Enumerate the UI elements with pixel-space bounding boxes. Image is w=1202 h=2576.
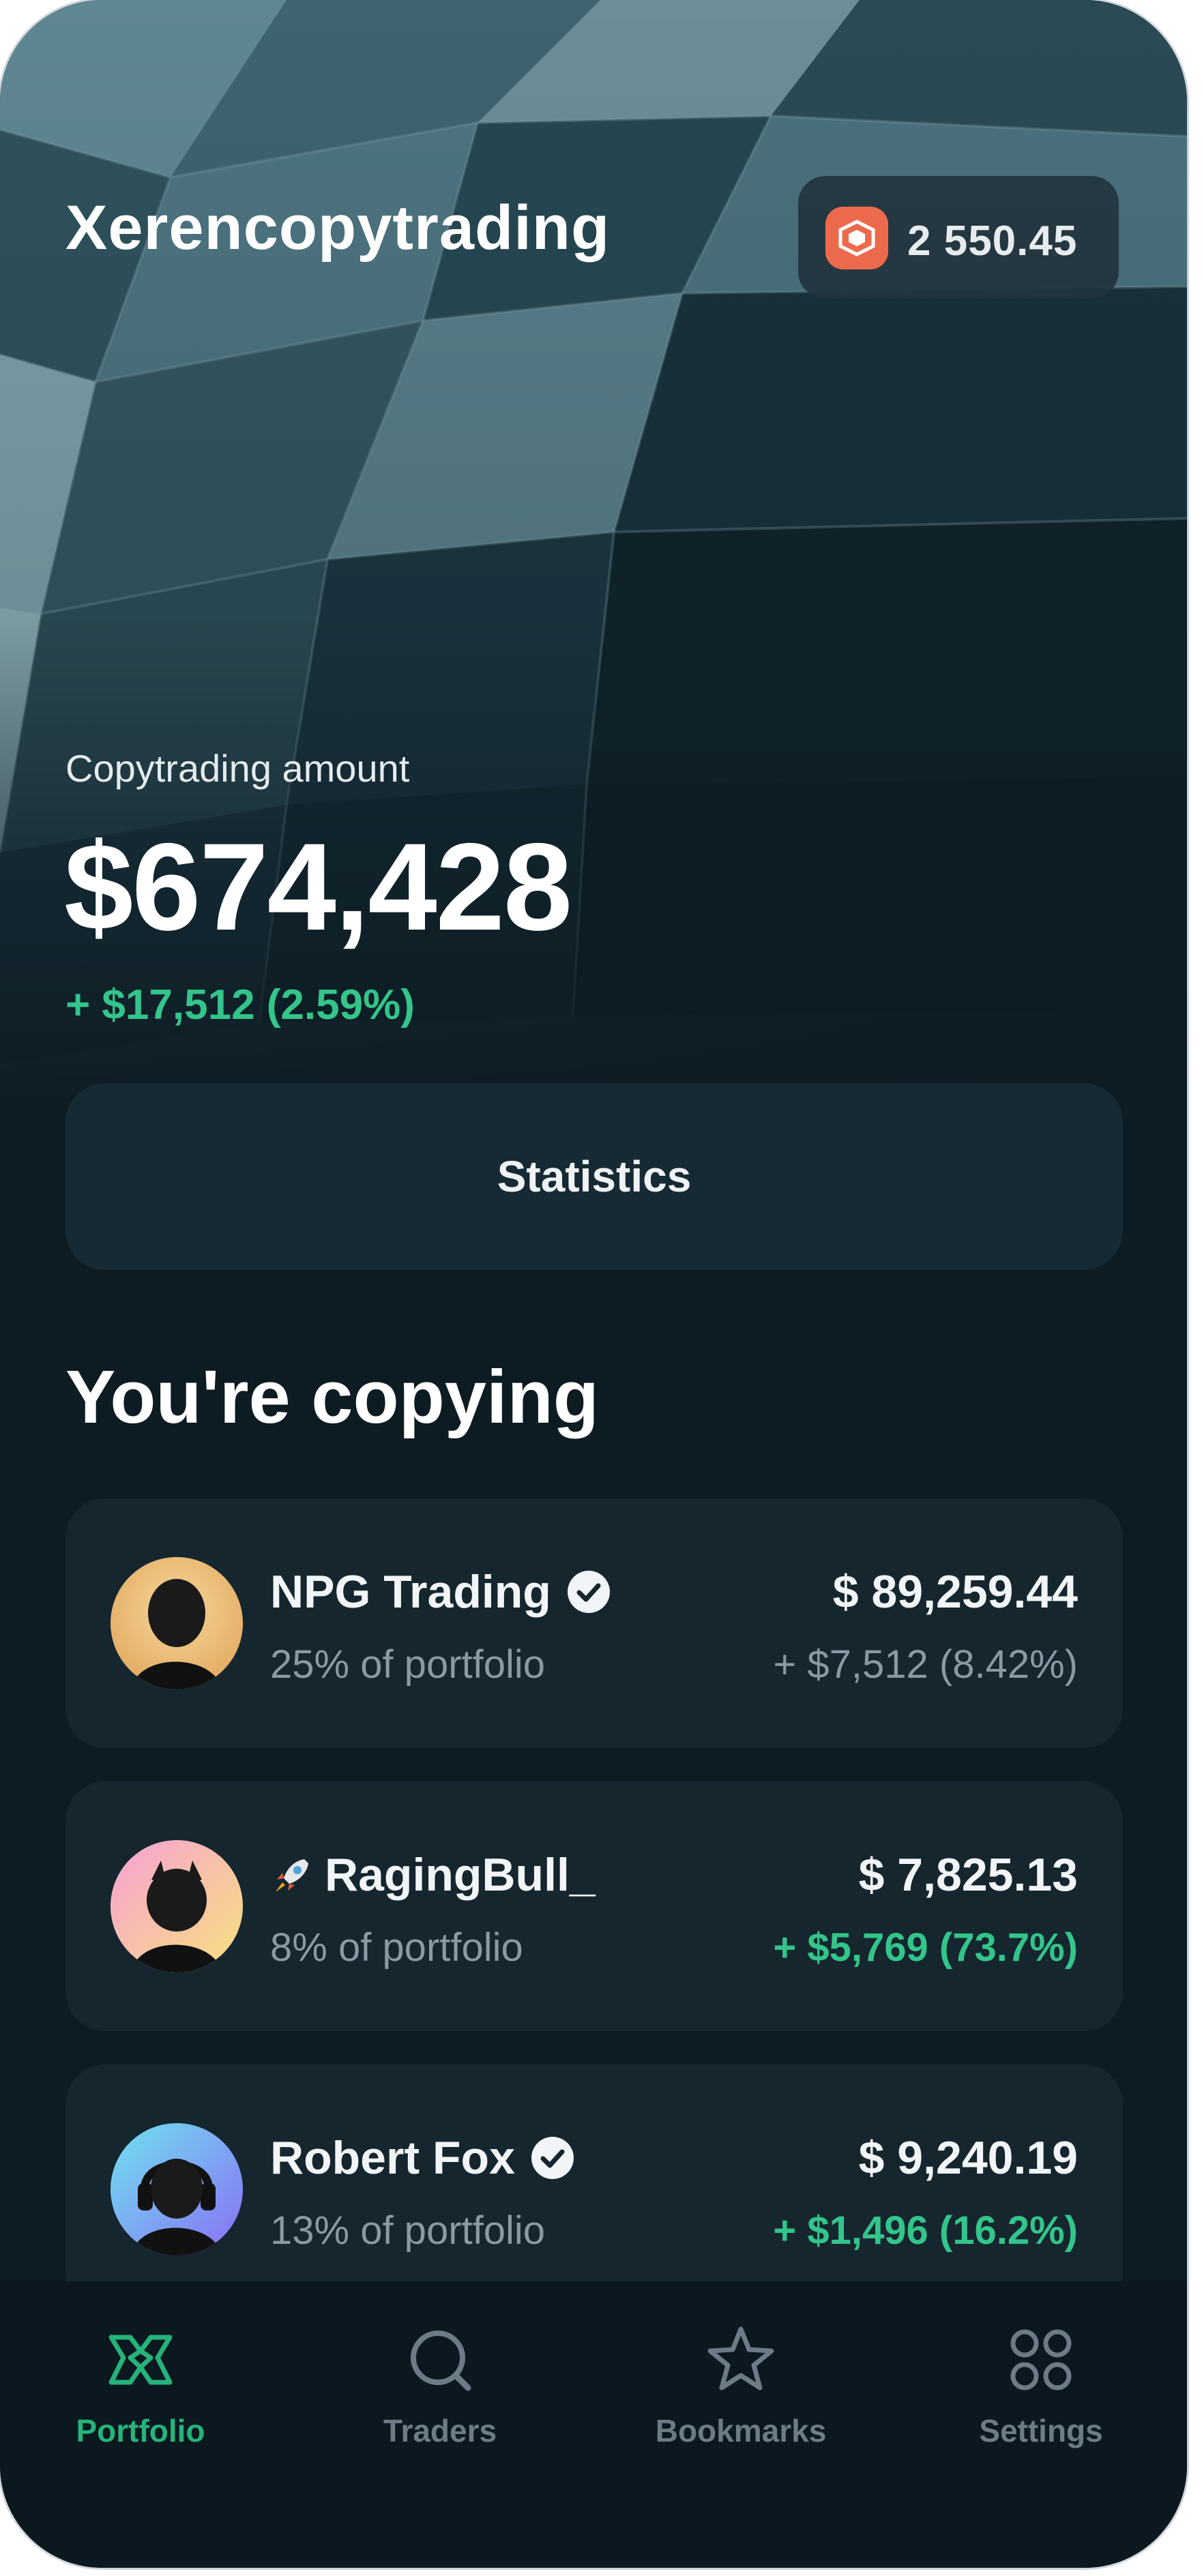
- bottom-navigation: Portfolio Traders Bookmarks Settings: [0, 2281, 1187, 2568]
- traders-icon: [402, 2322, 478, 2397]
- trader-portfolio-share: 13% of portfolio: [270, 2208, 546, 2253]
- nav-label: Portfolio: [76, 2413, 205, 2448]
- balance-chip[interactable]: 2 550.45: [798, 176, 1119, 299]
- nav-label: Settings: [979, 2413, 1103, 2448]
- trader-change: + $7,512 (8.42%): [773, 1642, 1078, 1687]
- trader-value: $ 9,240.19: [858, 2132, 1078, 2184]
- phone-screen: Xerencopytrading 2 550.45 Copytrading am…: [0, 0, 1187, 2568]
- verified-check-icon: [566, 1569, 611, 1614]
- avatar: [111, 2123, 243, 2255]
- token-icon: [825, 207, 888, 269]
- trader-name: RagingBull_: [270, 1848, 596, 1901]
- verified-check-icon: [530, 2135, 575, 2180]
- trader-card-robert-fox[interactable]: Robert Fox 13% of portfolio $ 9,240.19 +…: [65, 2064, 1123, 2314]
- nav-item-traders[interactable]: Traders: [331, 2322, 549, 2449]
- trader-name: Robert Fox: [270, 2131, 575, 2185]
- trader-value: $ 7,825.13: [858, 1849, 1078, 1901]
- nav-label: Bookmarks: [655, 2413, 827, 2448]
- statistics-button[interactable]: Statistics: [65, 1083, 1123, 1270]
- nav-item-bookmarks[interactable]: Bookmarks: [632, 2322, 850, 2449]
- trader-change: + $1,496 (16.2%): [773, 2208, 1078, 2253]
- trader-portfolio-share: 25% of portfolio: [270, 1642, 546, 1687]
- trader-change: + $5,769 (73.7%): [773, 1925, 1078, 1970]
- avatar: [111, 1557, 243, 1689]
- app-title: Xerencopytrading: [65, 193, 611, 263]
- settings-icon: [1003, 2322, 1079, 2397]
- nav-item-settings[interactable]: Settings: [932, 2322, 1150, 2449]
- copytrading-amount-change: + $17,512 (2.59%): [65, 981, 415, 1028]
- bookmarks-icon: [703, 2322, 778, 2397]
- trader-card-npg-trading[interactable]: NPG Trading 25% of portfolio $ 89,259.44…: [65, 1498, 1123, 1748]
- trader-value: $ 89,259.44: [832, 1566, 1078, 1618]
- copytrading-amount-value: $674,428: [64, 817, 572, 956]
- avatar: [111, 1840, 243, 1972]
- trader-card-ragingbull[interactable]: RagingBull_ 8% of portfolio $ 7,825.13 +…: [65, 1781, 1123, 2031]
- trader-name: NPG Trading: [270, 1565, 611, 1618]
- balance-value: 2 550.45: [907, 218, 1078, 265]
- portfolio-icon: [103, 2322, 178, 2397]
- rocket-icon: [270, 1852, 315, 1897]
- trader-name-text: RagingBull_: [325, 1849, 596, 1901]
- trader-portfolio-share: 8% of portfolio: [270, 1925, 523, 1970]
- nav-item-portfolio[interactable]: Portfolio: [31, 2322, 250, 2449]
- copying-section-title: You're copying: [65, 1355, 599, 1439]
- nav-label: Traders: [383, 2413, 497, 2448]
- copytrading-amount-label: Copytrading amount: [65, 747, 410, 790]
- trader-name-text: NPG Trading: [270, 1566, 551, 1618]
- trader-name-text: Robert Fox: [270, 2132, 515, 2184]
